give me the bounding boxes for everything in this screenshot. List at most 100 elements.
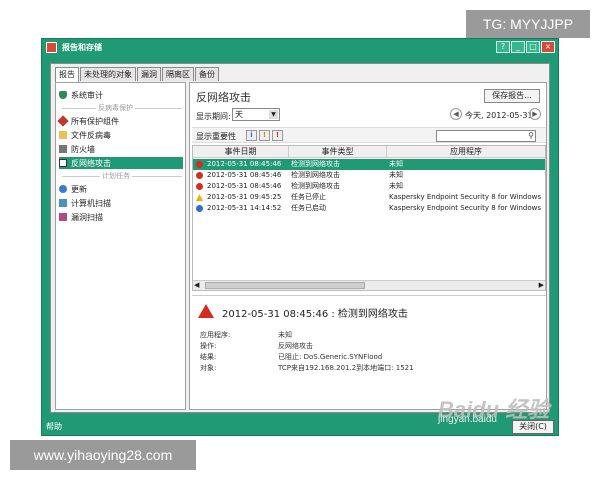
event-table: 事件日期 事件类型 应用程序 2012-05-31 08:45:46 检测到网络… <box>192 145 546 291</box>
table-row[interactable]: 2012-05-31 08:45:46 检测到网络攻击 未知 <box>193 181 545 192</box>
sidebar-item-label: 系统审计 <box>71 90 103 100</box>
detail-value: 未知 <box>278 331 292 339</box>
period-label: 显示期间: <box>196 112 231 121</box>
search-input[interactable]: ⚲ <box>436 130 536 142</box>
sidebar-item-all-components[interactable]: 所有保护组件 <box>57 115 119 127</box>
today-label: 今天, 2012-05-31 <box>465 111 533 120</box>
detail-key: 操作: <box>200 342 217 350</box>
minimize-button[interactable]: _ <box>511 41 525 53</box>
close-window-button[interactable]: × <box>541 41 555 53</box>
tab-bar: 报告 未处理的对象 漏洞 隔离区 备份 <box>55 67 220 82</box>
tab-unprocessed[interactable]: 未处理的对象 <box>80 67 136 81</box>
save-report-button[interactable]: 保存报告... <box>484 89 540 103</box>
next-date-button[interactable]: ▶ <box>529 108 541 120</box>
filter-bar: 显示重要性 i ! ! ⚲ <box>192 127 546 143</box>
event-date: 2012-05-31 09:45:25 <box>207 193 282 201</box>
help-button[interactable]: ? <box>496 41 510 53</box>
prev-date-button[interactable]: ◀ <box>450 108 462 120</box>
event-app: 未知 <box>389 160 403 168</box>
sidebar: 系统审计 反病毒保护 所有保护组件 文件反病毒 防火墙 反网络攻击 计划任务 更… <box>55 82 186 410</box>
sidebar-item-computer-scan[interactable]: 计算机扫描 <box>59 197 111 209</box>
event-type: 检测到网络攻击 <box>291 171 340 179</box>
event-date: 2012-05-31 14:14:52 <box>207 204 282 212</box>
baidu-watermark: Baidu 经验 <box>438 397 550 422</box>
client-area: 报告 未处理的对象 漏洞 隔离区 备份 系统审计 反病毒保护 所有保护组件 文件… <box>50 63 550 413</box>
chevron-down-icon: ▼ <box>269 110 278 119</box>
tab-backup[interactable]: 备份 <box>195 67 219 81</box>
window-title: 报告和存储 <box>62 43 102 52</box>
warning-filter-icon[interactable]: ! <box>259 130 270 141</box>
sidebar-item-label: 漏洞扫描 <box>71 212 103 222</box>
table-header: 事件日期 事件类型 应用程序 <box>193 146 545 158</box>
scroll-left-icon[interactable]: ◀ <box>194 281 199 289</box>
title-bar[interactable]: 报告和存储 ? _ □ × <box>42 39 558 57</box>
sidebar-item-label: 所有保护组件 <box>71 116 119 126</box>
detail-value: 已阻止: DoS.Generic.SYNFlood <box>278 353 383 361</box>
detail-title: 2012-05-31 08:45:46 : 检测到网络攻击 <box>222 309 408 320</box>
event-type: 检测到网络攻击 <box>291 182 340 190</box>
horizontal-scrollbar[interactable]: ◀ ▶ <box>193 280 545 290</box>
shield-icon <box>59 91 67 99</box>
tab-reports[interactable]: 报告 <box>55 67 79 82</box>
sidebar-item-label: 文件反病毒 <box>71 130 111 140</box>
info-filter-icon[interactable]: i <box>246 130 257 141</box>
detail-value: 反网络攻击 <box>278 342 313 350</box>
search-icon: ⚲ <box>528 131 534 140</box>
help-link[interactable]: 帮助 <box>46 421 62 432</box>
alert-triangle-icon <box>198 304 214 318</box>
sidebar-item-firewall[interactable]: 防火墙 <box>59 143 95 155</box>
column-header-app[interactable]: 应用程序 <box>387 146 545 158</box>
event-app: Kaspersky Endpoint Security 8 for Window… <box>389 204 541 212</box>
column-header-date[interactable]: 事件日期 <box>193 146 289 158</box>
sidebar-item-label: 反网络攻击 <box>71 158 111 168</box>
event-date: 2012-05-31 08:45:46 <box>207 160 282 168</box>
table-row[interactable]: 2012-05-31 08:45:46 检测到网络攻击 未知 <box>193 159 545 170</box>
table-row[interactable]: 2012-05-31 09:45:25 任务已停止 Kaspersky Endp… <box>193 192 545 203</box>
detail-key: 应用程序: <box>200 331 231 339</box>
info-icon <box>196 205 203 212</box>
critical-icon <box>196 172 203 179</box>
app-icon <box>46 42 57 53</box>
sidebar-item-vuln-scan[interactable]: 漏洞扫描 <box>59 211 103 223</box>
sidebar-item-file-av[interactable]: 文件反病毒 <box>59 129 111 141</box>
sidebar-item-network-attack[interactable]: 反网络攻击 <box>59 157 183 169</box>
event-type: 检测到网络攻击 <box>291 160 340 168</box>
severity-filter-label: 显示重要性 <box>196 132 236 141</box>
critical-filter-icon[interactable]: ! <box>272 130 283 141</box>
event-app: 未知 <box>389 182 403 190</box>
detail-value: TCP来自192.168.201.2到本地端口: 1521 <box>278 364 414 372</box>
column-header-type[interactable]: 事件类型 <box>289 146 387 158</box>
separator-scheduled: 计划任务 <box>62 171 182 181</box>
jingyan-watermark: jingyan.baidu <box>438 414 497 425</box>
scrollbar-thumb[interactable] <box>205 282 365 289</box>
sidebar-item-audit[interactable]: 系统审计 <box>59 89 103 101</box>
event-detail-panel: 2012-05-31 08:45:46 : 检测到网络攻击 应用程序: 未知 操… <box>192 295 546 407</box>
sidebar-item-label: 更新 <box>71 184 87 194</box>
vulnerability-icon <box>59 213 67 221</box>
separator-protection: 反病毒保护 <box>62 103 182 113</box>
scroll-right-icon[interactable]: ▶ <box>539 281 544 289</box>
period-select[interactable]: 天 ▼ <box>232 108 280 121</box>
table-row[interactable]: 2012-05-31 08:45:46 检测到网络攻击 未知 <box>193 170 545 181</box>
warning-icon <box>196 194 203 201</box>
watermark-bottom: www.yihaoying28.com <box>10 440 196 470</box>
tab-vulnerabilities[interactable]: 漏洞 <box>137 67 161 81</box>
scan-icon <box>59 199 67 207</box>
critical-icon <box>196 161 203 168</box>
event-date: 2012-05-31 08:45:46 <box>207 171 282 179</box>
table-row[interactable]: 2012-05-31 14:14:52 任务已启动 Kaspersky Endp… <box>193 203 545 214</box>
page-title: 反网络攻击 <box>196 91 251 104</box>
watermark-top: TG: MYYJJPP <box>466 10 590 38</box>
period-value: 天 <box>235 110 243 119</box>
maximize-button[interactable]: □ <box>526 41 540 53</box>
detail-key: 对象: <box>200 364 217 372</box>
folder-icon <box>59 131 67 139</box>
critical-icon <box>196 183 203 190</box>
sidebar-item-update[interactable]: 更新 <box>59 183 87 195</box>
event-type: 任务已停止 <box>291 193 326 201</box>
event-date: 2012-05-31 08:45:46 <box>207 182 282 190</box>
tab-quarantine[interactable]: 隔离区 <box>162 67 194 81</box>
event-app: Kaspersky Endpoint Security 8 for Window… <box>389 193 541 201</box>
sidebar-item-label: 计算机扫描 <box>71 198 111 208</box>
network-attack-icon <box>59 159 67 167</box>
